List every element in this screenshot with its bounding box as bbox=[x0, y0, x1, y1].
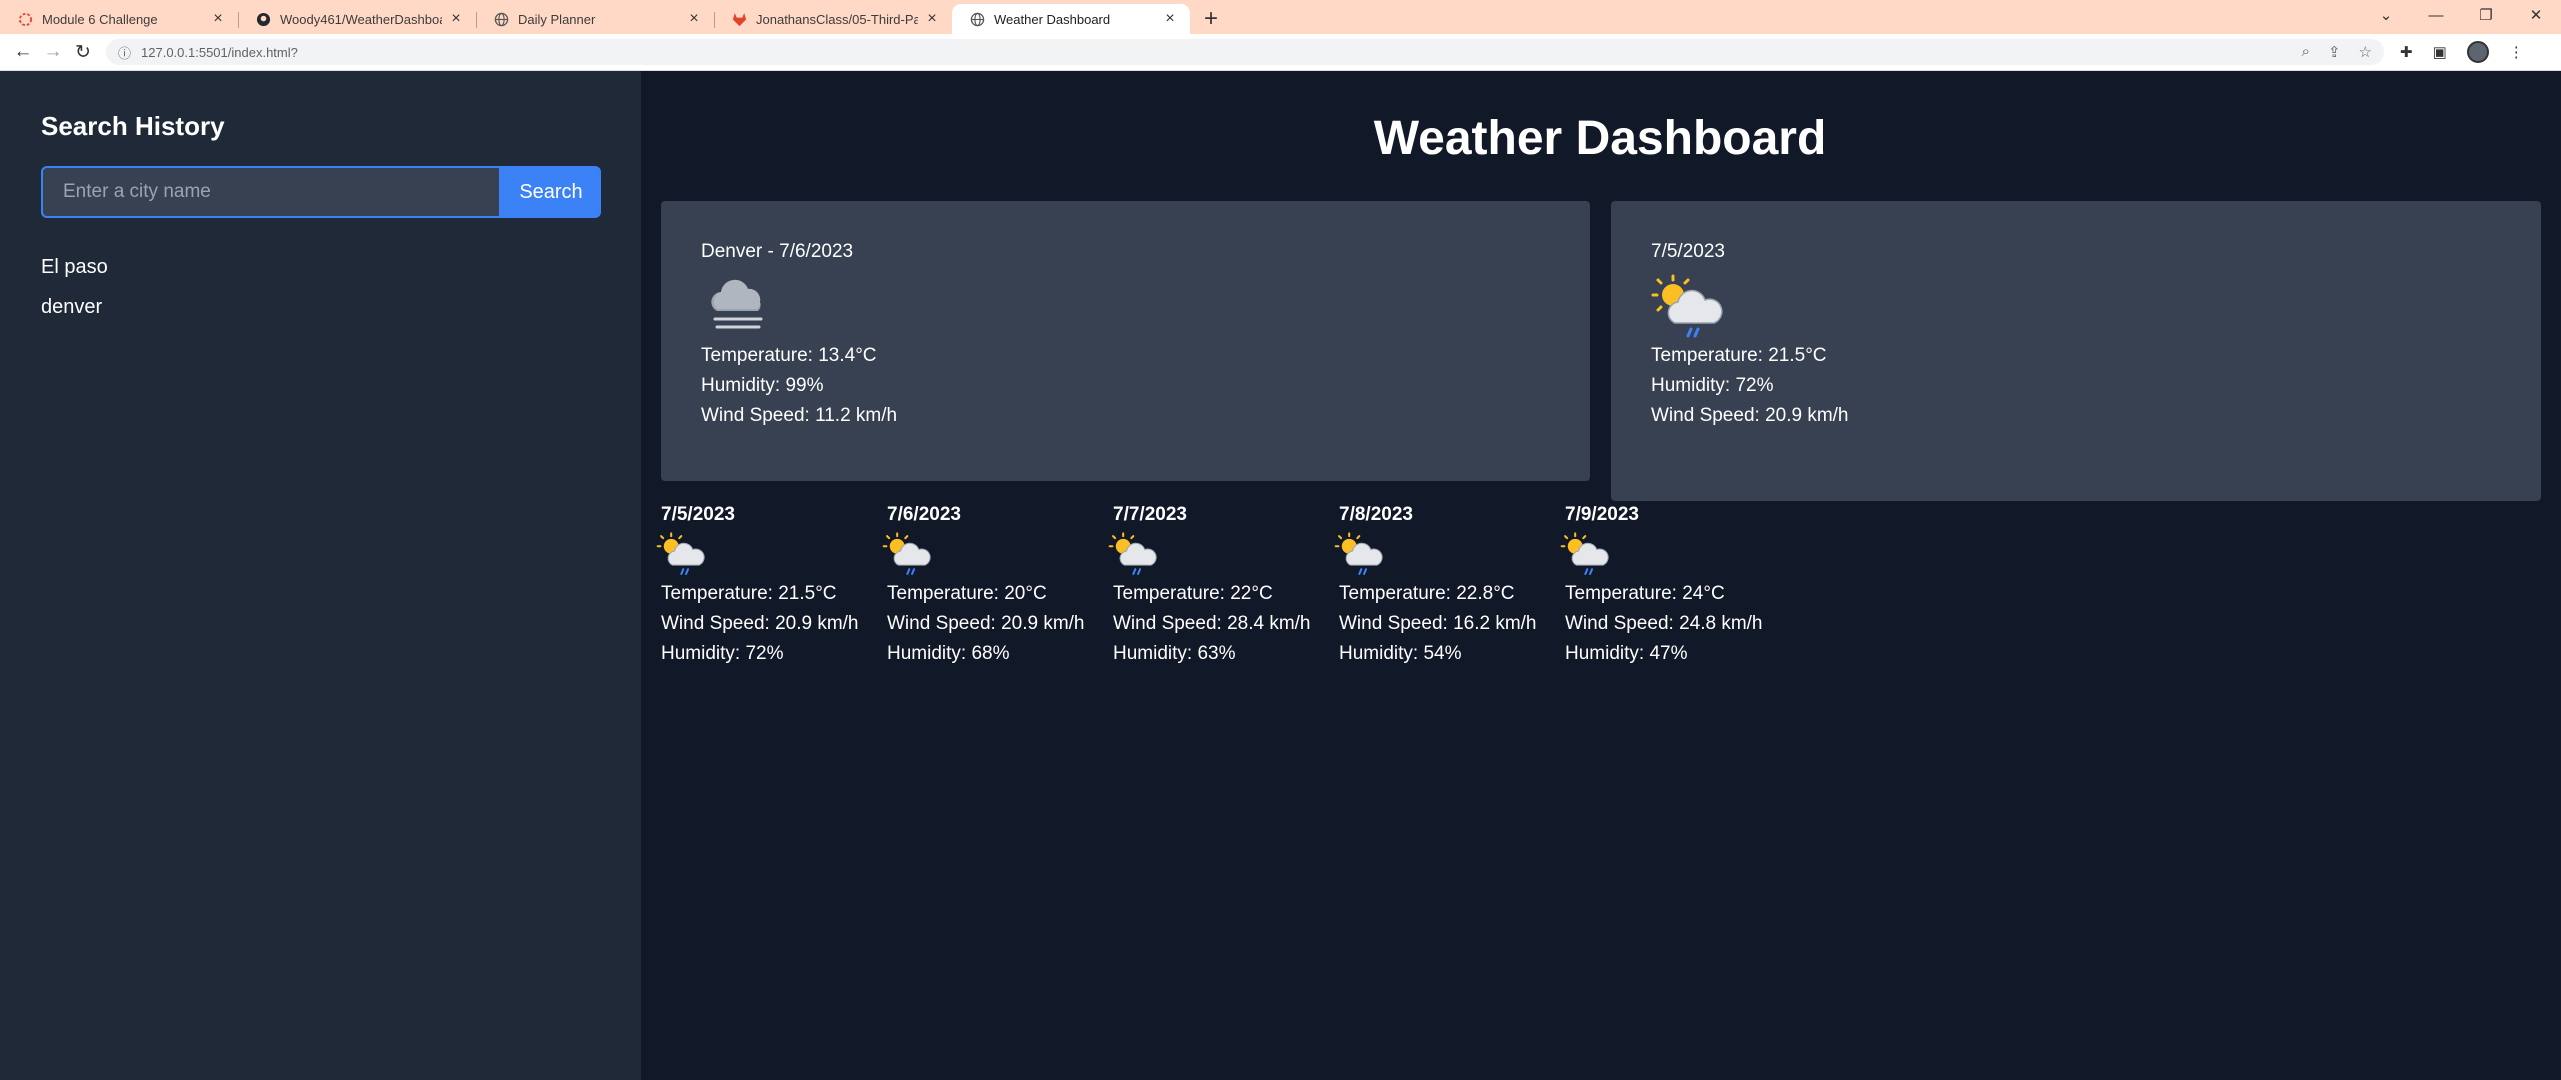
globe-icon bbox=[494, 12, 509, 27]
forecast-date: 7/7/2023 bbox=[1113, 504, 1187, 525]
close-icon[interactable]: × bbox=[448, 11, 464, 27]
browser-tab-module-6[interactable]: Module 6 Challenge × bbox=[0, 4, 238, 34]
globe-icon bbox=[970, 12, 985, 27]
spinner-icon bbox=[18, 12, 33, 27]
site-info-icon[interactable]: ⓘ bbox=[118, 43, 131, 62]
page-title: Weather Dashboard bbox=[1373, 112, 1827, 165]
fog-cloud-icon bbox=[699, 271, 779, 339]
forecast-temperature: Temperature: 22°C bbox=[1113, 583, 1273, 604]
secondary-date: 7/5/2023 bbox=[1651, 241, 1725, 262]
address-url: 127.0.0.1:5501/index.html? bbox=[141, 44, 298, 60]
sun-cloud-rain-icon bbox=[881, 529, 935, 577]
close-icon[interactable]: × bbox=[924, 11, 940, 27]
search-history-title: Search History bbox=[41, 111, 225, 141]
five-day-forecast: 7/5/2023 Temperature: 21.5°C Wind Speed:… bbox=[656, 503, 1791, 669]
forecast-day: 7/5/2023 Temperature: 21.5°C Wind Speed:… bbox=[656, 503, 887, 669]
current-wind-speed: Wind Speed: 11.2 km/h bbox=[701, 405, 898, 426]
menu-kebab-icon[interactable]: ⋮ bbox=[2509, 43, 2524, 61]
side-panel-icon[interactable]: ▣ bbox=[2433, 43, 2447, 61]
window-close-icon[interactable]: ✕ bbox=[2511, 6, 2561, 24]
forecast-wind-speed: Wind Speed: 20.9 km/h bbox=[661, 613, 859, 634]
gitlab-icon bbox=[732, 12, 747, 27]
forecast-temperature: Temperature: 22.8°C bbox=[1339, 583, 1515, 604]
search-history-list: El paso denver bbox=[41, 255, 108, 335]
forecast-humidity: Humidity: 63% bbox=[1113, 643, 1236, 664]
forecast-wind-speed: Wind Speed: 20.9 km/h bbox=[887, 613, 1085, 634]
browser-tab-weather-dashboard[interactable]: Weather Dashboard × bbox=[952, 4, 1190, 34]
zoom-icon[interactable]: ⌕ bbox=[2302, 43, 2310, 61]
forecast-humidity: Humidity: 72% bbox=[661, 643, 784, 664]
forecast-date: 7/9/2023 bbox=[1565, 504, 1639, 525]
forecast-humidity: Humidity: 54% bbox=[1339, 643, 1462, 664]
forecast-date: 7/5/2023 bbox=[661, 504, 735, 525]
share-icon[interactable]: ⇪ bbox=[2328, 43, 2341, 61]
forward-icon[interactable]: → bbox=[38, 37, 68, 67]
sun-cloud-rain-icon bbox=[1107, 529, 1161, 577]
new-tab-button[interactable]: + bbox=[1196, 4, 1226, 34]
forecast-temperature: Temperature: 21.5°C bbox=[661, 583, 837, 604]
browser-tab-daily-planner[interactable]: Daily Planner × bbox=[476, 4, 714, 34]
sun-cloud-rain-icon bbox=[1649, 271, 1729, 339]
forecast-day: 7/9/2023 Temperature: 24°C Wind Speed: 2… bbox=[1560, 503, 1791, 669]
current-humidity: Humidity: 99% bbox=[701, 375, 824, 396]
search-sidebar: Search History Search El paso denver bbox=[0, 71, 641, 1080]
browser-tab-gitlab[interactable]: JonathansClass/05-Third-Party-A × bbox=[714, 4, 952, 34]
browser-tab-strip: Module 6 Challenge × Woody461/WeatherDas… bbox=[0, 0, 2561, 34]
profile-avatar[interactable] bbox=[2466, 41, 2489, 63]
tab-title: Daily Planner bbox=[518, 11, 596, 27]
sun-cloud-rain-icon bbox=[655, 529, 709, 577]
forecast-humidity: Humidity: 47% bbox=[1565, 643, 1688, 664]
city-search-input[interactable] bbox=[41, 166, 501, 218]
sun-cloud-rain-icon bbox=[1333, 529, 1387, 577]
bookmark-star-icon[interactable]: ☆ bbox=[2359, 43, 2372, 61]
history-item-denver[interactable]: denver bbox=[41, 295, 108, 335]
restore-icon[interactable]: ❐ bbox=[2461, 6, 2511, 24]
forecast-wind-speed: Wind Speed: 16.2 km/h bbox=[1339, 613, 1537, 634]
tab-title: JonathansClass/05-Third-Party-A bbox=[756, 11, 918, 27]
secondary-temperature: Temperature: 21.5°C bbox=[1651, 345, 1827, 366]
tab-search-icon[interactable]: ⌄ bbox=[2361, 6, 2411, 24]
secondary-wind-speed: Wind Speed: 20.9 km/h bbox=[1651, 405, 1849, 426]
browser-tab-github[interactable]: Woody461/WeatherDashboard × bbox=[238, 4, 476, 34]
forecast-wind-speed: Wind Speed: 28.4 km/h bbox=[1113, 613, 1311, 634]
minimize-icon[interactable]: — bbox=[2411, 7, 2461, 24]
sun-cloud-rain-icon bbox=[1559, 529, 1613, 577]
tab-title: Module 6 Challenge bbox=[42, 11, 158, 27]
address-bar[interactable]: ⓘ 127.0.0.1:5501/index.html? ⌕ ⇪ ☆ bbox=[106, 39, 2384, 65]
forecast-day: 7/6/2023 Temperature: 20°C Wind Speed: 2… bbox=[882, 503, 1113, 669]
forecast-day: 7/7/2023 Temperature: 22°C Wind Speed: 2… bbox=[1108, 503, 1339, 669]
weather-main: Weather Dashboard Denver - 7/6/2023 Temp… bbox=[641, 71, 2561, 1080]
forecast-temperature: Temperature: 20°C bbox=[887, 583, 1047, 604]
github-icon bbox=[256, 12, 271, 27]
forecast-date: 7/8/2023 bbox=[1339, 504, 1413, 525]
window-controls: ⌄ — ❐ ✕ bbox=[2361, 0, 2561, 30]
forecast-day: 7/8/2023 Temperature: 22.8°C Wind Speed:… bbox=[1334, 503, 1565, 669]
extensions-puzzle-icon[interactable]: ✚ bbox=[2400, 43, 2413, 61]
current-weather-card: Denver - 7/6/2023 Temperature: 13.4°C Hu… bbox=[661, 201, 1590, 481]
forecast-wind-speed: Wind Speed: 24.8 km/h bbox=[1565, 613, 1763, 634]
forecast-temperature: Temperature: 24°C bbox=[1565, 583, 1725, 604]
secondary-humidity: Humidity: 72% bbox=[1651, 375, 1774, 396]
current-city-date: Denver - 7/6/2023 bbox=[701, 241, 854, 262]
tab-title: Weather Dashboard bbox=[994, 11, 1111, 27]
current-temperature: Temperature: 13.4°C bbox=[701, 345, 877, 366]
history-item-el-paso[interactable]: El paso bbox=[41, 255, 108, 295]
close-icon[interactable]: × bbox=[210, 11, 226, 27]
close-icon[interactable]: × bbox=[686, 11, 702, 27]
browser-toolbar: ← → ↻ ⓘ 127.0.0.1:5501/index.html? ⌕ ⇪ ☆… bbox=[0, 34, 2561, 71]
back-icon[interactable]: ← bbox=[8, 37, 38, 67]
tab-title: Woody461/WeatherDashboard bbox=[280, 11, 442, 27]
forecast-date: 7/6/2023 bbox=[887, 504, 961, 525]
reload-icon[interactable]: ↻ bbox=[68, 37, 98, 67]
close-icon[interactable]: × bbox=[1162, 11, 1178, 27]
forecast-humidity: Humidity: 68% bbox=[887, 643, 1010, 664]
search-button[interactable]: Search bbox=[501, 166, 601, 218]
secondary-weather-card: 7/5/2023 Temperature: 21.5°C Humidity: 7… bbox=[1611, 201, 2541, 501]
